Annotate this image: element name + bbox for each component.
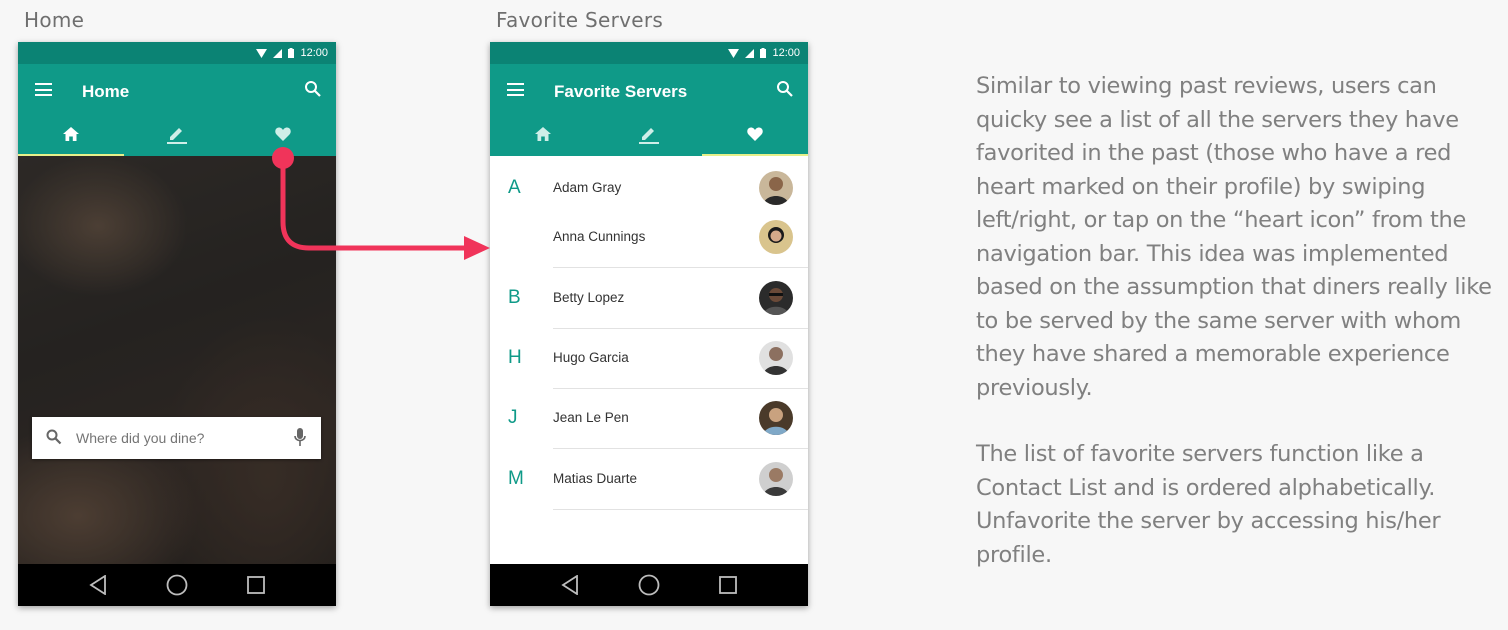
search-icon [46, 429, 62, 445]
recents-button[interactable] [713, 570, 743, 600]
app-bar: Home [18, 64, 336, 118]
home-phone-screen: 12:00 Home Where did you dine? [18, 42, 336, 606]
tab-favorites[interactable] [702, 118, 808, 156]
page-title: Favorite Servers [554, 82, 688, 101]
tab-edit[interactable] [596, 118, 702, 156]
status-time: 12:00 [300, 47, 328, 59]
tab-favorites[interactable] [230, 118, 336, 156]
search-icon[interactable] [776, 80, 794, 98]
status-bar: 12:00 [18, 42, 336, 64]
divider [553, 267, 808, 268]
server-name: Adam Gray [553, 180, 622, 195]
back-button[interactable] [555, 570, 585, 600]
system-nav-bar [490, 564, 808, 606]
server-name: Betty Lopez [553, 290, 625, 305]
home-icon [63, 127, 79, 141]
wifi-icon [728, 48, 740, 58]
menu-icon[interactable] [507, 83, 524, 96]
tab-bar [18, 118, 336, 156]
avatar [759, 401, 793, 435]
recents-icon [247, 576, 266, 594]
search-input[interactable]: Where did you dine? [32, 417, 321, 459]
back-icon [560, 575, 578, 595]
battery-icon [760, 48, 767, 58]
back-icon [88, 575, 106, 595]
signal-icon [273, 48, 283, 58]
battery-icon [288, 48, 295, 58]
wifi-icon [256, 48, 268, 58]
avatar [759, 171, 793, 205]
mic-icon[interactable] [294, 428, 306, 447]
home-button[interactable] [162, 570, 192, 600]
section-letter: A [508, 177, 521, 198]
server-name: Hugo Garcia [553, 350, 629, 365]
app-bar: Favorite Servers [490, 64, 808, 118]
signal-icon [745, 48, 755, 58]
list-item[interactable]: B Betty Lopez [490, 269, 808, 329]
back-button[interactable] [83, 570, 113, 600]
recents-icon [719, 576, 738, 594]
search-placeholder: Where did you dine? [76, 430, 205, 446]
list-item[interactable]: J Jean Le Pen [490, 389, 808, 449]
status-time: 12:00 [772, 47, 800, 59]
section-letter: H [508, 347, 522, 368]
section-letter: J [508, 407, 518, 428]
tab-edit[interactable] [124, 118, 230, 156]
server-name: Matias Duarte [553, 471, 638, 486]
favorite-servers-list: A Adam Gray Anna Cunnings B Betty Lopez … [490, 156, 808, 564]
edit-icon [167, 128, 187, 144]
home-button[interactable] [634, 570, 664, 600]
recents-button[interactable] [241, 570, 271, 600]
system-nav-bar [18, 564, 336, 606]
tab-home[interactable] [18, 118, 124, 156]
edit-icon [639, 128, 659, 144]
home-caption: Home [24, 8, 85, 32]
favorites-caption: Favorite Servers [496, 8, 664, 32]
tab-bar [490, 118, 808, 156]
divider [553, 448, 808, 449]
tab-home[interactable] [490, 118, 596, 156]
arrow-head [464, 236, 490, 260]
server-name: Anna Cunnings [553, 229, 646, 244]
avatar [759, 281, 793, 315]
avatar [759, 341, 793, 375]
list-item[interactable]: H Hugo Garcia [490, 329, 808, 389]
divider [553, 509, 808, 510]
section-letter: M [508, 468, 524, 489]
background-photo: Where did you dine? [18, 156, 336, 565]
home-circle-icon [166, 574, 188, 596]
heart-icon [275, 127, 291, 141]
page-title: Home [82, 82, 130, 101]
avatar [759, 462, 793, 496]
description-paragraph-2: The list of favorite servers function li… [976, 441, 1441, 568]
menu-icon[interactable] [35, 83, 52, 96]
description-paragraph-1: Similar to viewing past reviews, users c… [976, 73, 1492, 401]
home-icon [535, 127, 551, 141]
status-bar: 12:00 [490, 42, 808, 64]
avatar [759, 220, 793, 254]
section-letter: B [508, 287, 521, 308]
list-item[interactable]: Anna Cunnings [490, 208, 808, 268]
list-item[interactable]: M Matias Duarte [490, 450, 808, 510]
home-circle-icon [638, 574, 660, 596]
heart-icon [747, 127, 763, 141]
description-text: Similar to viewing past reviews, users c… [976, 70, 1496, 572]
server-name: Jean Le Pen [553, 410, 629, 425]
search-icon[interactable] [304, 80, 322, 98]
favorites-phone-screen: 12:00 Favorite Servers A Adam Gray Anna … [490, 42, 808, 606]
